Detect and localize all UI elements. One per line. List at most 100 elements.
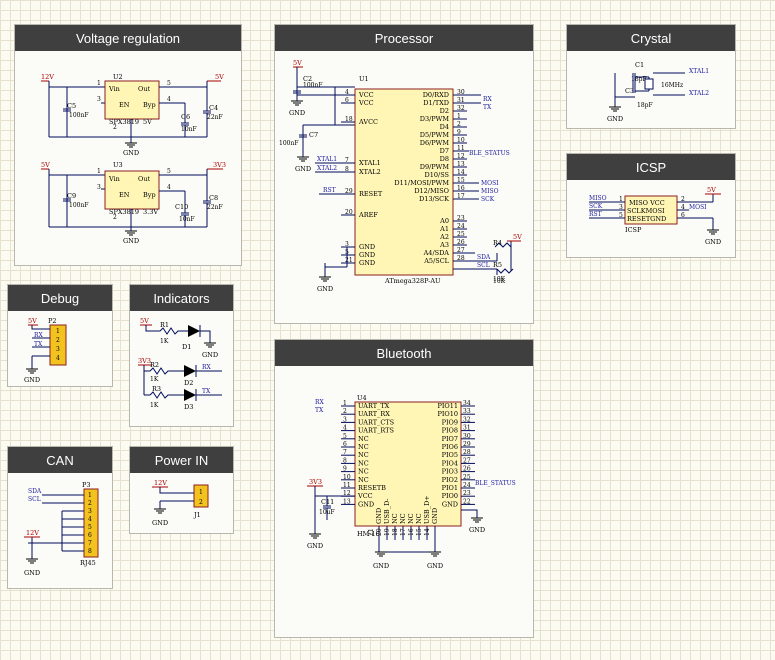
pin-number: 34 <box>463 400 471 407</box>
led-d3 <box>184 389 196 401</box>
pin-name: XTAL1 <box>359 159 381 167</box>
gnd-label: GND <box>607 115 623 123</box>
pin-number: 3 <box>343 416 347 423</box>
pin-vin: Vin <box>108 85 120 93</box>
pin-en: EN <box>119 101 130 109</box>
pin-name: NC <box>358 435 369 443</box>
c11-ref: C11 <box>321 498 334 506</box>
pin-name: D13/SCK <box>419 195 449 203</box>
pin-name: NC <box>399 513 407 524</box>
gnd-label: GND <box>24 569 40 577</box>
r2-ref: R2 <box>150 361 159 369</box>
pin-name: VCC <box>357 492 373 500</box>
pin-number: 25 <box>457 231 465 238</box>
crystal-x1 <box>644 78 654 90</box>
c8-ref: C8 <box>209 194 218 202</box>
svg-text:3: 3 <box>97 96 101 103</box>
net-5v: 5V <box>293 59 302 67</box>
debug-pin: 2 <box>56 337 60 344</box>
indicators-schematic: 5V R1 1K D1 GND 3V3 R2 1K R3 1K D2 D3 RX… <box>138 317 222 411</box>
r3-value: 1K <box>150 402 159 409</box>
net-sda: SDA <box>477 254 491 261</box>
pin-number: 18 <box>345 116 353 123</box>
c9-value: 100nF <box>69 202 88 209</box>
net-sck: SCK <box>481 196 495 203</box>
net-rst: RST <box>589 211 602 218</box>
panel-debug: Debug 5V P2 1 2 3 4 RX TX GND <box>7 284 113 387</box>
net-miso: MISO <box>589 195 607 202</box>
c10-value: 10nF <box>179 216 195 223</box>
ble-part: HM-10 <box>357 530 380 538</box>
pin-en: EN <box>119 191 130 199</box>
pin-name: NC <box>358 468 369 476</box>
p3-ref: P3 <box>82 481 91 489</box>
c4-ref: C4 <box>209 104 218 112</box>
gnd-label: GND <box>152 519 168 527</box>
pin-name: USB_D+ <box>423 495 431 524</box>
net-xtal1: XTAL1 <box>689 68 709 75</box>
pin-number: 15 <box>457 177 465 184</box>
pin-number: 2 <box>457 121 461 128</box>
pin-vin: Vin <box>108 175 120 183</box>
panel-indicators: Indicators 5V R1 1K D1 GND 3V3 R2 1K R3 … <box>129 284 234 427</box>
pin-name: NC <box>358 459 369 467</box>
gnd-label: GND <box>469 526 485 534</box>
u2-value: 5V <box>143 118 152 126</box>
pin-number: 5 <box>343 433 347 440</box>
svg-text:3: 3 <box>97 184 101 191</box>
panel-power-in: Power IN 12V 1 2 J1 GND <box>129 446 234 534</box>
pin-name: RESET <box>359 190 383 198</box>
svg-text:4: 4 <box>167 96 171 103</box>
pin-number: 26 <box>457 239 465 246</box>
pin-name: PIO1 <box>442 484 458 492</box>
icsp-schematic: MISO VCC SCLKMOSI RESETGND 1 3 5 2 4 6 M… <box>589 186 721 246</box>
led-d1 <box>188 325 200 337</box>
pin-name: D12/MISO <box>414 187 449 195</box>
can-pin: 5 <box>88 524 92 531</box>
c2-value: 100nF <box>303 82 322 89</box>
gnd-label: GND <box>317 285 333 293</box>
svg-text:5: 5 <box>167 80 171 87</box>
panel-icsp: ICSP MISO VCC SCLKMOSI RESETGND 1 3 5 2 … <box>566 153 736 258</box>
pin-number: 4 <box>345 89 349 96</box>
r1-value: 1K <box>160 338 169 345</box>
pin-number: 11 <box>457 145 465 152</box>
pin-number: 30 <box>457 89 465 96</box>
r3-ref: R3 <box>152 385 161 393</box>
pin-number: 23 <box>463 490 471 497</box>
net-rst: RST <box>323 187 336 194</box>
pin-name: GND <box>359 243 375 251</box>
pin-name: PIO11 <box>437 402 458 410</box>
r4-ref: R4 <box>493 239 502 247</box>
pin-name: PIO6 <box>442 443 458 451</box>
pin-name: D2 <box>440 107 449 115</box>
pin-byp: Byp <box>143 191 156 199</box>
net-miso: MISO <box>481 188 499 195</box>
pin-number: 2 <box>343 408 347 415</box>
pin-name: D4 <box>440 123 449 131</box>
pin-number: 31 <box>463 425 471 432</box>
pin-number: 11 <box>343 482 351 489</box>
c6-value: 10nF <box>181 126 197 133</box>
pin-number: 25 <box>463 474 471 481</box>
power-pin: 2 <box>199 499 203 506</box>
pin-number: 27 <box>457 247 465 254</box>
gnd-label: GND <box>705 238 721 246</box>
pin-name: D6/PWM <box>420 139 450 147</box>
net-scl: SCL <box>477 262 490 269</box>
panel-crystal: Crystal C1 18pF C3 18pF 16MHz XTAL1 XTAL… <box>566 24 736 129</box>
net-mosi: MOSI <box>481 180 499 187</box>
net-xtal1: XTAL1 <box>317 156 337 163</box>
net-12v: 12V <box>26 529 39 537</box>
net-xtal2: XTAL2 <box>317 165 337 172</box>
pin-number: 31 <box>457 97 465 104</box>
pin-name: VCC <box>358 91 374 99</box>
pin-number: 17 <box>400 528 407 536</box>
pin-number: 9 <box>457 129 461 136</box>
pin-name: NC <box>415 513 423 524</box>
net-ble-status: BLE_STATUS <box>469 150 510 157</box>
pin-name: D8 <box>440 155 449 163</box>
net-5v: 5V <box>513 233 522 241</box>
net-rx: RX <box>315 399 325 406</box>
can-part: RJ45 <box>80 559 96 567</box>
